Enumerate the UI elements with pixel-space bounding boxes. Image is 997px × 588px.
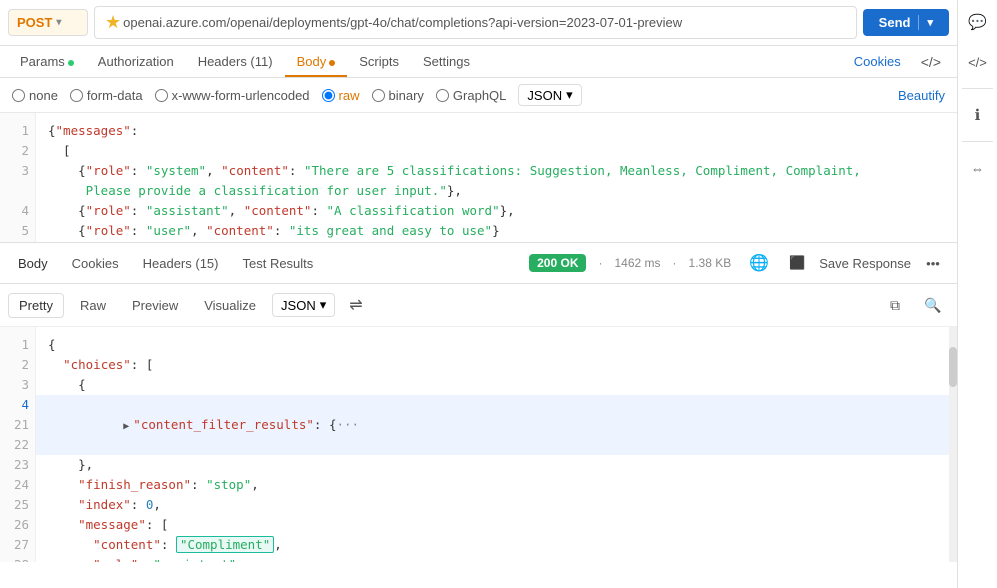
resp-line-25: "content": "Compliment", [48,535,937,555]
fmt-preview[interactable]: Preview [122,294,188,317]
send-chevron-icon: ▾ [919,16,933,29]
url-bar[interactable]: ★ openai.azure.com/openai/deployments/gp… [94,6,857,39]
tab-authorization[interactable]: Authorization [86,46,186,77]
resp-line-4: ▶"content_filter_results": {··· [36,395,949,455]
resp-line-26: "role": "assistant" [48,555,937,562]
send-label: Send [879,15,920,30]
body-dot [329,60,335,66]
content-value: "Compliment" [176,536,274,553]
request-code-content[interactable]: {"messages": [ {"role": "system", "conte… [36,113,957,242]
method-chevron: ▾ [56,17,61,28]
tab-settings[interactable]: Settings [411,46,482,77]
resp-tab-cookies[interactable]: Cookies [62,252,129,275]
resp-line-3: { [48,375,937,395]
top-bar: POST ▾ ★ openai.azure.com/openai/deploym… [0,0,957,46]
resp-json-select[interactable]: JSON ▾ [272,293,335,317]
body-options-row: none form-data x-www-form-urlencoded raw… [0,78,957,113]
response-code-area[interactable]: 1 2 3 4 21 22 23 24 25 26 27 28 29 { "ch… [0,327,957,562]
star-icon: ★ [105,12,121,33]
resp-actions: 🌐 ⬛ Save Response ••• [743,247,949,279]
resize-icon[interactable]: ⇔ [962,152,994,184]
code-toggle[interactable]: </> [913,48,949,76]
resp-tab-body[interactable]: Body [8,252,58,275]
option-binary[interactable]: binary [372,88,424,103]
resp-size-value: 1.38 KB [689,256,732,270]
method-label: POST [17,15,52,30]
globe-icon[interactable]: 🌐 [743,247,775,279]
scrollbar[interactable] [949,327,957,562]
expand-arrow[interactable]: ▶ [123,421,129,432]
copy-response-button[interactable]: ⧉ [879,289,911,321]
more-options-icon[interactable]: ••• [917,247,949,279]
resp-line-1: { [48,335,937,355]
resp-time-value: 1462 ms [614,256,660,270]
code-icon[interactable]: </> [962,46,994,78]
option-raw[interactable]: raw [322,88,360,103]
response-code-content[interactable]: { "choices": [ { ▶"content_filter_result… [36,327,949,562]
resp-tab-headers[interactable]: Headers (15) [133,252,229,275]
fmt-raw[interactable]: Raw [70,294,116,317]
params-dot [68,60,74,66]
resp-json-chevron-icon: ▾ [320,297,327,313]
status-badge: 200 OK [529,254,586,272]
resp-time: · [598,256,602,270]
scrollbar-thumb[interactable] [949,347,957,387]
tab-params[interactable]: Params [8,46,86,77]
resp-tab-test-results[interactable]: Test Results [232,252,323,275]
fmt-pretty[interactable]: Pretty [8,293,64,318]
url-text: openai.azure.com/openai/deployments/gpt-… [123,15,682,30]
save-response-label[interactable]: Save Response [819,256,911,271]
resp-line-21: }, [48,455,937,475]
option-urlencoded[interactable]: x-www-form-urlencoded [155,88,310,103]
send-button[interactable]: Send ▾ [863,9,949,36]
save-response-icon[interactable]: ⬛ [781,247,813,279]
tab-body[interactable]: Body [285,46,348,77]
tab-scripts[interactable]: Scripts [347,46,411,77]
request-line-numbers: 1 2 3 4 5 6 [0,113,36,242]
tab-headers[interactable]: Headers (11) [186,46,285,77]
info-icon[interactable]: ℹ [962,99,994,131]
json-chevron-icon: ▾ [566,87,573,103]
resp-size-sep: · [673,256,677,270]
response-line-numbers: 1 2 3 4 21 22 23 24 25 26 27 28 29 [0,327,36,562]
response-format-row: Pretty Raw Preview Visualize JSON ▾ ⇌ ⧉ … [0,284,957,327]
request-tabs: Params Authorization Headers (11) Body S… [0,46,957,78]
comment-icon[interactable]: 💬 [962,6,994,38]
option-none[interactable]: none [12,88,58,103]
json-format-select[interactable]: JSON ▾ [518,84,581,106]
cookies-link[interactable]: Cookies [842,46,913,77]
search-response-button[interactable]: 🔍 [917,289,949,321]
request-editor[interactable]: 1 2 3 4 5 6 {"messages": [ {"role": "sys… [0,113,957,243]
method-select[interactable]: POST ▾ [8,9,88,36]
resp-line-22: "finish_reason": "stop", [48,475,937,495]
fmt-visualize[interactable]: Visualize [194,294,266,317]
resp-line-2: "choices": [ [48,355,937,375]
option-graphql[interactable]: GraphQL [436,88,506,103]
filter-button[interactable]: ⇌ [345,293,366,317]
option-form-data[interactable]: form-data [70,88,143,103]
response-tabs: Body Cookies Headers (15) Test Results 2… [0,243,957,284]
resp-line-23: "index": 0, [48,495,937,515]
resp-line-24: "message": [ [48,515,937,535]
beautify-button[interactable]: Beautify [898,88,945,103]
resp-right-actions: ⧉ 🔍 [879,289,949,321]
right-icon-panel: 💬 </> ℹ ⇔ [957,0,997,588]
